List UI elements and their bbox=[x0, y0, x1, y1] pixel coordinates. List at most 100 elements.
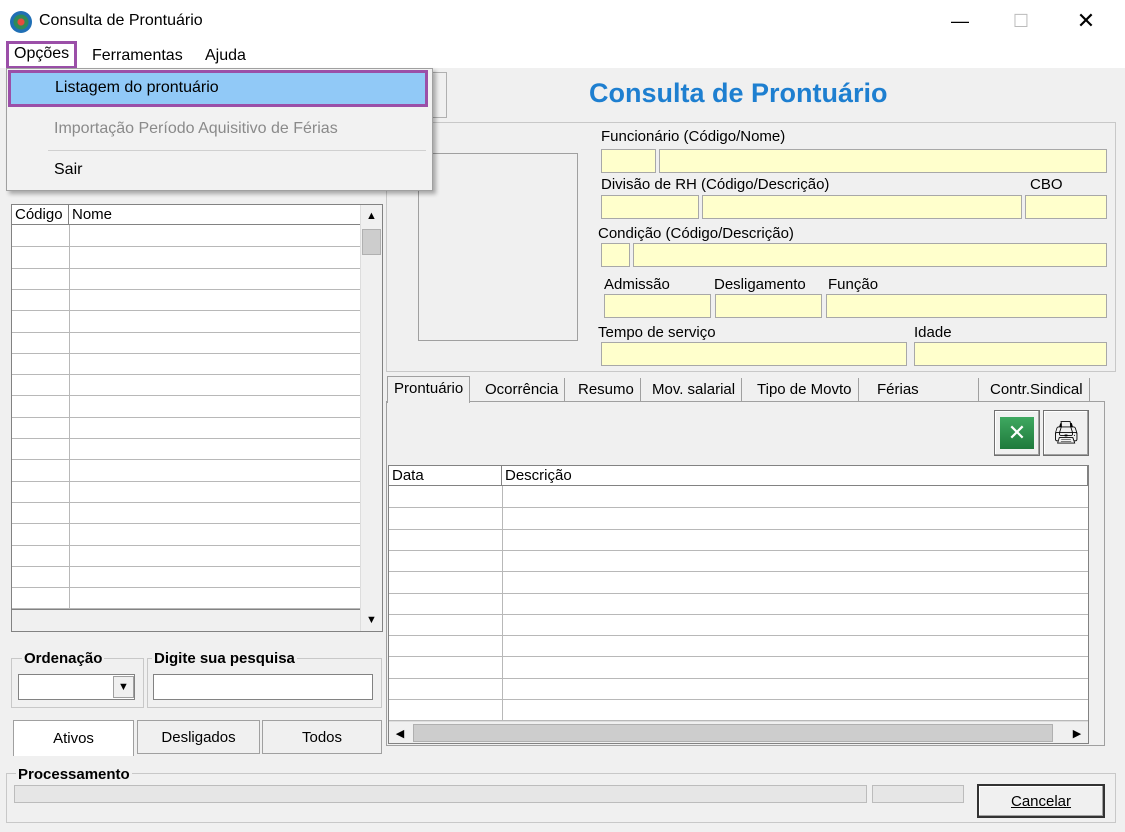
divisao-descricao-field[interactable] bbox=[702, 195, 1022, 219]
table-row bbox=[12, 438, 360, 439]
minimize-button[interactable]: — bbox=[937, 0, 983, 42]
menu-separator bbox=[48, 150, 426, 151]
column-divider bbox=[69, 225, 70, 631]
scroll-down-button[interactable]: ▼ bbox=[361, 609, 382, 631]
divisao-label: Divisão de RH (Código/Descrição) bbox=[601, 176, 830, 193]
table-row bbox=[389, 549, 1088, 551]
top-panel-edge bbox=[433, 72, 447, 118]
table-row bbox=[12, 459, 360, 461]
tab-ferias[interactable]: Férias bbox=[871, 378, 979, 402]
menu-item-sair[interactable]: Sair bbox=[54, 161, 82, 179]
tab-desligados[interactable]: Desligados bbox=[137, 720, 260, 754]
condicao-descricao-field[interactable] bbox=[633, 243, 1107, 267]
menu-opcoes[interactable]: Opções bbox=[6, 41, 78, 69]
tab-mov-salarial-label: Mov. salarial bbox=[652, 381, 736, 398]
table-row bbox=[389, 699, 1088, 700]
prontuario-grid[interactable]: Data Descrição ◀ ▶ bbox=[388, 465, 1089, 744]
table-row bbox=[389, 571, 1088, 573]
tab-ativos-label: Ativos bbox=[53, 730, 94, 747]
arrow-down-icon: ▼ bbox=[366, 614, 377, 626]
scroll-right-button[interactable]: ▶ bbox=[1066, 722, 1088, 743]
column-descricao[interactable]: Descrição bbox=[502, 466, 1088, 486]
employee-list-grid[interactable]: Código Nome ▲ ▼ bbox=[11, 204, 383, 632]
pesquisa-input[interactable] bbox=[153, 674, 373, 700]
column-divider bbox=[502, 486, 503, 722]
table-row bbox=[389, 507, 1088, 509]
table-row bbox=[389, 656, 1088, 658]
menu-ferramentas[interactable]: Ferramentas bbox=[88, 45, 187, 69]
table-row bbox=[12, 587, 360, 589]
employee-photo bbox=[418, 153, 578, 341]
tempo-servico-field[interactable] bbox=[601, 342, 907, 366]
grid-header: Código Nome bbox=[12, 205, 382, 225]
table-row bbox=[12, 310, 360, 312]
menu-item-importacao: Importação Período Aquisitivo de Férias bbox=[54, 120, 338, 137]
tab-contr-sindical[interactable]: Contr.Sindical bbox=[984, 378, 1090, 402]
scroll-up-button[interactable]: ▲ bbox=[361, 205, 382, 227]
column-nome[interactable]: Nome bbox=[69, 205, 361, 225]
tab-ferias-label: Férias bbox=[877, 381, 919, 398]
table-row bbox=[389, 592, 1088, 594]
app-icon bbox=[10, 11, 32, 33]
prontuario-grid-header: Data Descrição bbox=[389, 466, 1088, 486]
printer-icon: 🖨 bbox=[1052, 420, 1080, 445]
tab-resumo[interactable]: Resumo bbox=[572, 378, 641, 402]
export-excel-button[interactable]: ✕ bbox=[994, 410, 1040, 456]
admissao-field[interactable] bbox=[604, 294, 711, 318]
left-grid-scrollbar[interactable]: ▲ ▼ bbox=[360, 205, 382, 631]
idade-field[interactable] bbox=[914, 342, 1107, 366]
cancelar-button[interactable]: Cancelar bbox=[977, 784, 1105, 818]
table-row bbox=[12, 501, 360, 503]
ordenacao-dropdown-button[interactable]: ▼ bbox=[113, 676, 134, 698]
tab-ocorrencia[interactable]: Ocorrência bbox=[479, 378, 566, 402]
funcionario-codigo-field[interactable] bbox=[601, 149, 656, 173]
condicao-codigo-field[interactable] bbox=[601, 243, 630, 267]
progress-status bbox=[872, 785, 964, 803]
arrow-up-icon: ▲ bbox=[366, 210, 377, 222]
cbo-field[interactable] bbox=[1025, 195, 1107, 219]
minimize-icon: — bbox=[951, 10, 969, 31]
table-row bbox=[12, 267, 360, 269]
divisao-codigo-field[interactable] bbox=[601, 195, 699, 219]
table-row bbox=[12, 480, 360, 482]
column-data[interactable]: Data bbox=[389, 466, 502, 486]
desligamento-field[interactable] bbox=[715, 294, 822, 318]
menu-item-listagem[interactable]: Listagem do prontuário bbox=[8, 70, 428, 107]
cancelar-label: Cancelar bbox=[1010, 792, 1072, 810]
close-button[interactable]: ✕ bbox=[1063, 0, 1109, 42]
hscroll-thumb[interactable] bbox=[413, 724, 1053, 742]
menu-ajuda[interactable]: Ajuda bbox=[201, 45, 250, 69]
processamento-label: Processamento bbox=[16, 766, 132, 783]
funcao-field[interactable] bbox=[826, 294, 1107, 318]
table-row bbox=[12, 246, 360, 248]
prontuario-hscrollbar[interactable]: ◀ ▶ bbox=[389, 721, 1088, 743]
scroll-thumb[interactable] bbox=[362, 229, 381, 255]
scroll-left-button[interactable]: ◀ bbox=[389, 722, 411, 743]
window-title: Consulta de Prontuário bbox=[39, 12, 203, 29]
table-row bbox=[12, 544, 360, 546]
table-row bbox=[12, 352, 360, 354]
funcionario-label: Funcionário (Código/Nome) bbox=[601, 128, 786, 145]
column-codigo[interactable]: Código bbox=[12, 205, 69, 225]
idade-label: Idade bbox=[914, 324, 952, 341]
funcao-label: Função bbox=[828, 276, 879, 293]
chevron-down-icon: ▼ bbox=[118, 681, 129, 693]
maximize-icon: ☐ bbox=[1012, 10, 1030, 31]
tab-contr-sindical-label: Contr.Sindical bbox=[990, 381, 1083, 398]
tab-todos[interactable]: Todos bbox=[262, 720, 382, 754]
admissao-label: Admissão bbox=[604, 276, 670, 293]
grid-footer-row bbox=[12, 609, 360, 631]
maximize-button[interactable]: ☐ bbox=[998, 0, 1044, 42]
ordenacao-select[interactable]: ▼ bbox=[18, 674, 135, 700]
table-row bbox=[12, 374, 360, 376]
progress-bar bbox=[14, 785, 867, 803]
tab-tipo-movto[interactable]: Tipo de Movto bbox=[751, 378, 859, 402]
tab-mov-salarial[interactable]: Mov. salarial bbox=[646, 378, 743, 402]
table-row bbox=[12, 288, 360, 290]
page-title: Consulta de Prontuário bbox=[589, 78, 888, 108]
table-row bbox=[12, 523, 360, 525]
print-button[interactable]: 🖨 bbox=[1043, 410, 1089, 456]
funcionario-nome-field[interactable] bbox=[659, 149, 1107, 173]
tab-ativos[interactable]: Ativos bbox=[13, 720, 134, 756]
tab-prontuario[interactable]: Prontuário bbox=[387, 376, 471, 403]
